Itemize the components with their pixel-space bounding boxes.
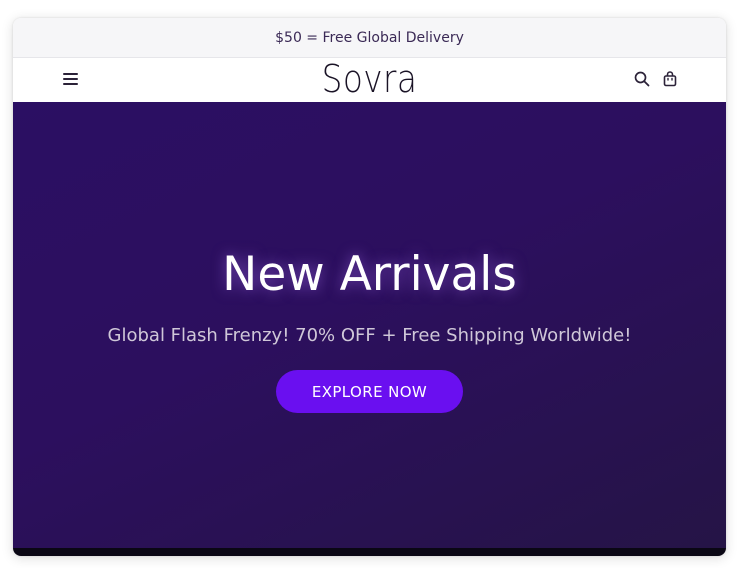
store-page: $50 = Free Global Delivery Sovra New Arr… <box>13 18 726 556</box>
hero-bottom-edge <box>13 548 726 556</box>
announcement-bar: $50 = Free Global Delivery <box>13 18 726 58</box>
hero-subtitle: Global Flash Frenzy! 70% OFF + Free Ship… <box>107 325 632 346</box>
explore-now-label: EXPLORE NOW <box>311 382 428 401</box>
explore-now-button[interactable]: EXPLORE NOW <box>276 370 463 413</box>
hero-title: New Arrivals <box>222 247 517 302</box>
shopping-bag-icon[interactable] <box>661 70 679 88</box>
search-icon[interactable] <box>633 70 651 88</box>
announcement-text: $50 = Free Global Delivery <box>275 29 464 46</box>
brand-logo[interactable]: Sovra <box>63 56 676 102</box>
site-header: Sovra <box>13 56 726 102</box>
hero-banner: New Arrivals Global Flash Frenzy! 70% OF… <box>13 102 726 548</box>
